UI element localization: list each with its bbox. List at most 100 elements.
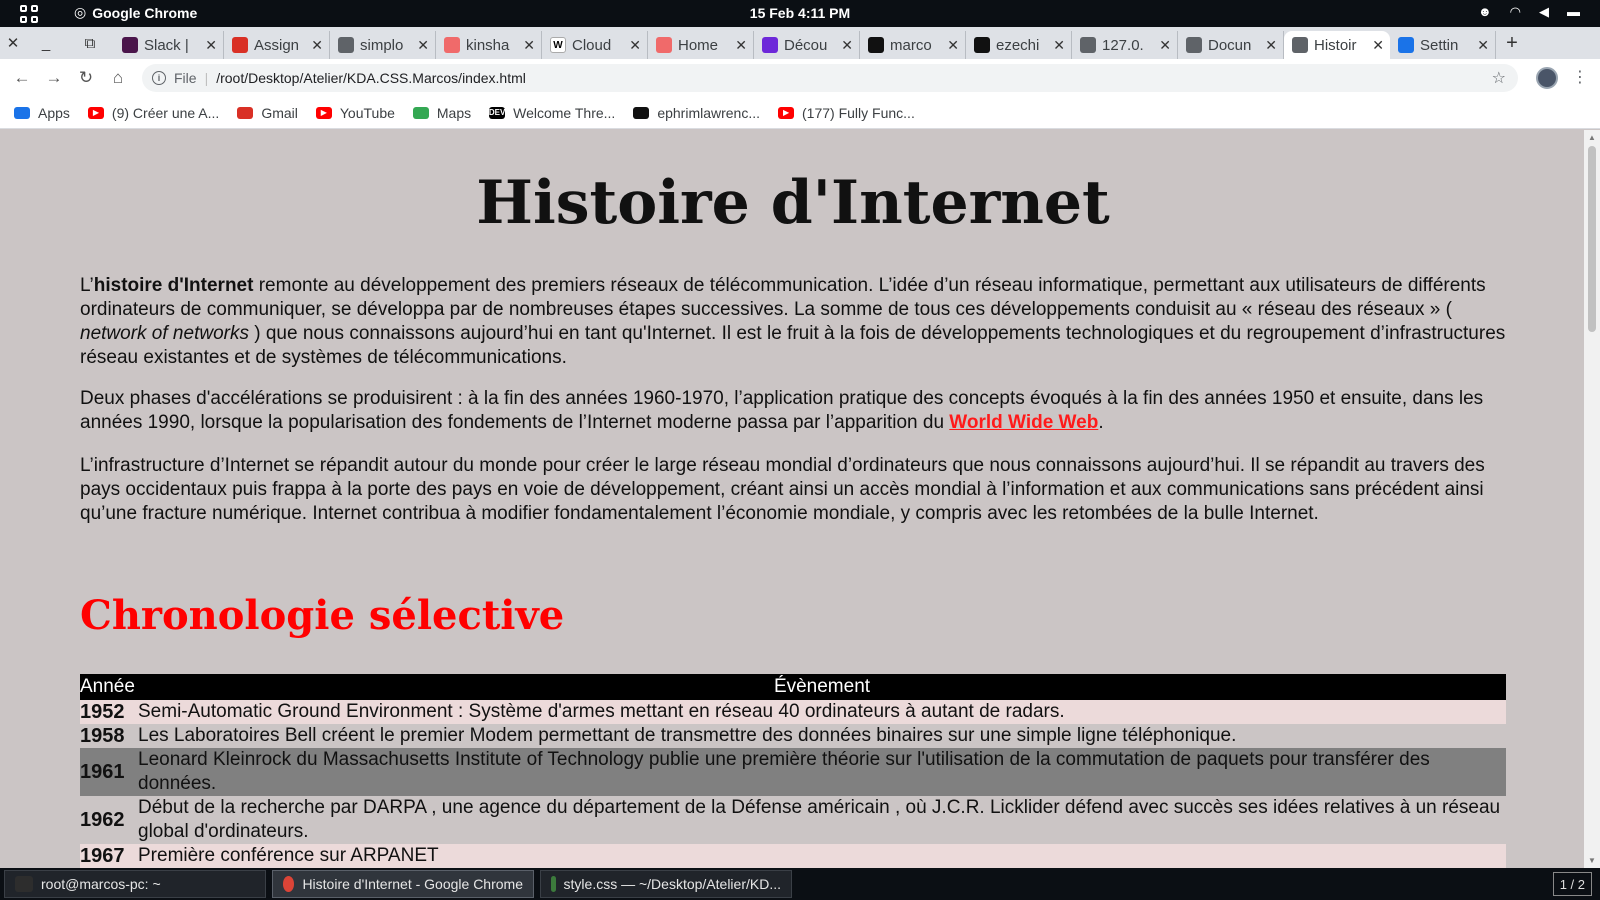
- window-restore-icon[interactable]: ⧉: [66, 35, 114, 52]
- wikipedia-icon: W: [550, 37, 566, 53]
- system-tray[interactable]: ☻ ◠ ◀ ▬: [1478, 4, 1580, 20]
- tab-close-icon[interactable]: ✕: [523, 37, 535, 54]
- forward-arrow-icon[interactable]: →: [38, 68, 70, 88]
- tab-6[interactable]: Décou ✕: [754, 31, 860, 59]
- intro-lead: L’: [80, 275, 94, 296]
- row-year: 1967: [80, 844, 138, 868]
- browser-toolbar: ← → ↻ ⌂ i File | /root/Desktop/Atelier/K…: [0, 59, 1600, 97]
- maps-icon: [412, 106, 429, 119]
- tab-1[interactable]: Assign ✕: [224, 31, 330, 59]
- tab-label: Assign: [254, 36, 300, 54]
- workspace-pager[interactable]: 1 / 2: [1552, 872, 1592, 896]
- slack-icon: [122, 37, 138, 53]
- chronology-table: Année Évènement 1952 Semi-Automatic Groun…: [80, 674, 1506, 868]
- tab-7[interactable]: marco ✕: [860, 31, 966, 59]
- tab-close-icon[interactable]: ✕: [205, 37, 217, 54]
- url-scheme: File: [174, 70, 197, 86]
- bookmark-1[interactable]: ▶ (9) Créer une A...: [87, 105, 219, 121]
- tab-3[interactable]: kinsha ✕: [436, 31, 542, 59]
- tab-close-icon[interactable]: ✕: [1053, 37, 1065, 54]
- bookmark-5[interactable]: DEV Welcome Thre...: [489, 105, 615, 121]
- tab-9[interactable]: 127.0. ✕: [1072, 31, 1178, 59]
- tab-close-icon[interactable]: ✕: [947, 37, 959, 54]
- taskbar-item-0[interactable]: root@marcos-pc: ~: [4, 870, 266, 898]
- tab-10[interactable]: Docun ✕: [1178, 31, 1284, 59]
- terminal-icon: [15, 876, 33, 892]
- phases-paragraph: Deux phases d'accélérations se produisir…: [80, 387, 1506, 435]
- intro-text-2: ) que nous connaissons aujourd’hui en ta…: [80, 323, 1506, 368]
- dev-icon: DEV: [488, 106, 506, 119]
- tab-label: Cloud: [572, 36, 612, 54]
- github-icon: [974, 37, 990, 53]
- tab-close-icon[interactable]: ✕: [1372, 37, 1384, 54]
- bookmark-label: YouTube: [339, 104, 395, 121]
- table-row: 1961 Leonard Kleinrock du Massachusetts I…: [80, 748, 1506, 796]
- battery-icon: ▬: [1567, 4, 1580, 19]
- clock[interactable]: 15 Feb 4:11 PM: [0, 5, 1600, 21]
- col-event-header: Évènement: [138, 674, 1506, 700]
- scrollbar-thumb[interactable]: [1588, 146, 1596, 332]
- bookmark-2[interactable]: Gmail: [237, 105, 298, 121]
- tab-5[interactable]: Home ✕: [648, 31, 754, 59]
- tab-close-icon[interactable]: ✕: [1265, 37, 1277, 54]
- world-wide-web-link[interactable]: World Wide Web: [949, 412, 1098, 433]
- scroll-down-icon[interactable]: ▼: [1588, 856, 1596, 865]
- gear-icon: [1398, 37, 1414, 53]
- tab-label: simplo: [360, 36, 404, 54]
- bookmarks-bar: Apps ▶ (9) Créer une A... Gmail ▶ YouTube Maps…: [0, 97, 1600, 129]
- tab-close-icon[interactable]: ✕: [735, 37, 747, 54]
- github-icon: [633, 106, 650, 119]
- globe-icon: [1292, 37, 1308, 53]
- site-info-icon[interactable]: i: [152, 71, 166, 85]
- tab-label: Slack |: [144, 36, 189, 54]
- kebab-menu-icon[interactable]: ⋮: [1572, 67, 1588, 87]
- tab-label: Décou: [784, 36, 828, 54]
- row-year: 1961: [80, 748, 138, 796]
- tab-4[interactable]: W Cloud ✕: [542, 31, 648, 59]
- tab-close-icon[interactable]: ✕: [1159, 37, 1171, 54]
- reload-icon[interactable]: ↻: [70, 68, 102, 88]
- home-icon[interactable]: ⌂: [102, 68, 134, 88]
- tab-close-icon[interactable]: ✕: [1477, 37, 1489, 54]
- bookmark-3[interactable]: ▶ YouTube: [315, 104, 395, 121]
- app-icon: [762, 37, 778, 53]
- new-tab-button[interactable]: +: [1496, 32, 1528, 55]
- tab-0[interactable]: Slack | ✕: [114, 31, 224, 59]
- taskbar-item-2[interactable]: style.css — ~/Desktop/Atelier/KD...: [540, 870, 792, 898]
- url-text[interactable]: /root/Desktop/Atelier/KDA.CSS.Marcos/ind…: [216, 70, 526, 86]
- col-year-header: Année: [80, 674, 138, 700]
- tab-12[interactable]: Settin ✕: [1390, 31, 1496, 59]
- scroll-up-icon[interactable]: ▲: [1588, 133, 1596, 142]
- url-separator: |: [204, 70, 209, 86]
- window-close-icon[interactable]: ✕: [0, 34, 26, 52]
- address-bar[interactable]: i File | /root/Desktop/Atelier/KDA.CSS.M…: [142, 64, 1518, 92]
- bookmark-0[interactable]: Apps: [14, 105, 70, 121]
- page-scrollbar[interactable]: ▲ ▼: [1584, 130, 1600, 868]
- row-event: Début de la recherche par DARPA , une ag…: [138, 796, 1506, 844]
- tab-close-icon[interactable]: ✕: [841, 37, 853, 54]
- row-event: Première conférence sur ARPANET: [138, 844, 1506, 868]
- window-minimize-icon[interactable]: _: [26, 35, 66, 52]
- bookmark-7[interactable]: ▶ (177) Fully Func...: [778, 105, 915, 121]
- table-header-row: Année Évènement: [80, 674, 1506, 700]
- bookmark-6[interactable]: ephrimlawrenc...: [633, 105, 760, 121]
- phases-end: .: [1098, 412, 1104, 433]
- tab-8[interactable]: ezechi ✕: [966, 31, 1072, 59]
- tab-11[interactable]: Histoir ✕: [1284, 31, 1390, 59]
- tab-close-icon[interactable]: ✕: [311, 37, 323, 54]
- tab-2[interactable]: simplo ✕: [330, 31, 436, 59]
- bookmark-4[interactable]: Maps: [412, 104, 472, 121]
- profile-avatar[interactable]: [1536, 67, 1558, 89]
- system-top-bar: ◎ Google Chrome 15 Feb 4:11 PM ☻ ◠ ◀ ▬: [0, 0, 1600, 27]
- tab-close-icon[interactable]: ✕: [629, 37, 641, 54]
- tab-close-icon[interactable]: ✕: [417, 37, 429, 54]
- bookmark-star-icon[interactable]: ☆: [1492, 68, 1506, 88]
- tab-label: 127.0.: [1102, 36, 1144, 54]
- back-arrow-icon[interactable]: ←: [6, 68, 38, 88]
- taskbar-item-1[interactable]: Histoire d'Internet - Google Chrome: [272, 870, 534, 898]
- bookmark-label: Maps: [436, 104, 472, 121]
- intro-paragraph: L’histoire d'Internet remonte au dévelop…: [80, 274, 1506, 370]
- row-event: Semi-Automatic Ground Environment : Syst…: [138, 700, 1506, 724]
- table-row: 1958 Les Laboratoires Bell créent le prem…: [80, 724, 1506, 748]
- row-year: 1958: [80, 724, 138, 748]
